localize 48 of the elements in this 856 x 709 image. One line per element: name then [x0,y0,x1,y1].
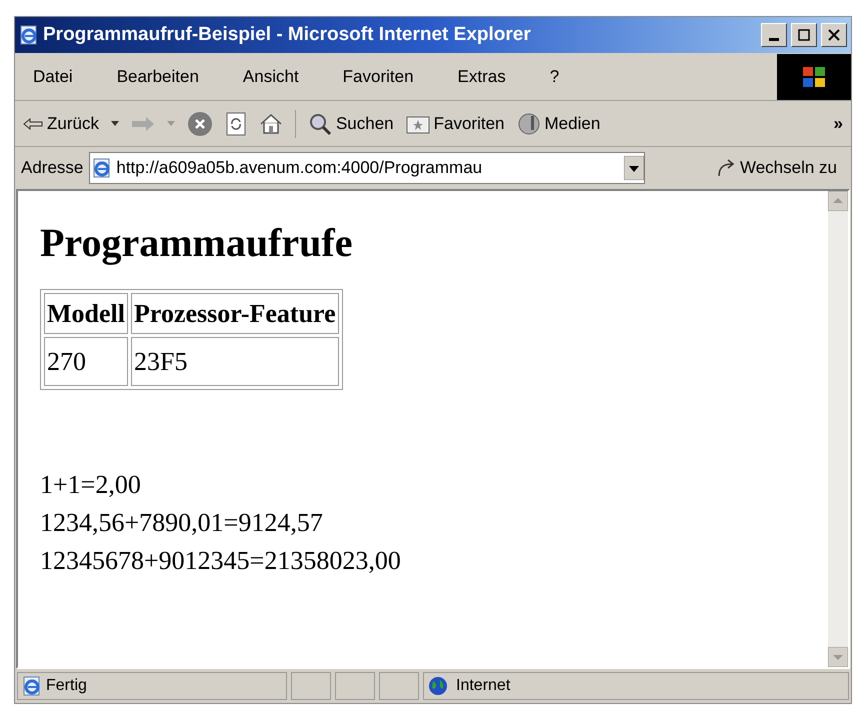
ie-icon [19,25,39,45]
address-field[interactable]: http://a609a05b.avenum.com:4000/Programmau [89,152,646,184]
address-label: Adresse [21,157,84,180]
home-icon[interactable] [258,112,283,136]
ie-icon [92,158,112,178]
status-pane [335,672,375,700]
search-button[interactable]: Suchen [308,110,394,136]
go-button[interactable]: Wechseln zu [716,155,845,181]
menu-item[interactable]: Datei [33,64,73,90]
search-icon [308,112,332,136]
dropdown-icon[interactable] [624,156,644,180]
maximize-button[interactable] [791,23,817,47]
close-button[interactable] [821,23,847,47]
windows-logo-icon [777,54,851,100]
zone-text: Internet [456,676,510,696]
close-icon [828,29,840,41]
table-header: Prozessor-Feature [131,293,339,334]
globe-icon [428,676,448,696]
window-title: Programmaufruf-Beispiel - Microsoft Internet Explorer [43,22,532,47]
page-heading: Programmaufrufe [40,219,354,267]
text-line: 12345678+9012345=21358023,00 [40,545,402,577]
text-line: 1+1=2,00 [40,469,142,501]
menu-item[interactable]: Favoriten [342,64,414,90]
ie-icon [22,676,42,696]
caret-icon[interactable] [110,120,119,126]
status-pane [379,672,419,700]
curved-arrow-icon [716,158,736,178]
table-header: Modell [44,293,128,334]
maximize-icon [798,29,810,41]
table-cell: 23F5 [131,337,339,386]
back-button[interactable]: Zurück [23,110,99,136]
menu-item[interactable]: Extras [458,64,506,90]
favorites-button[interactable]: Favoriten [406,110,505,136]
toolbar-overflow[interactable]: » [834,110,843,136]
media-icon [516,112,541,136]
left-arrow-icon [23,118,43,130]
stop-icon[interactable] [186,110,213,136]
status-pane [291,672,331,700]
status-text: Fertig [46,676,87,696]
menu-item[interactable]: Ansicht [242,64,299,90]
text-line: 1234,56+7890,01=9124,57 [40,507,324,539]
media-button[interactable]: Medien [516,110,600,136]
minimize-button[interactable] [761,23,787,47]
minimize-icon [769,38,779,40]
menu-item[interactable]: ? [550,64,560,90]
table-cell: 270 [44,337,128,386]
menu-item[interactable]: Bearbeiten [116,64,199,90]
refresh-icon[interactable] [224,112,247,136]
